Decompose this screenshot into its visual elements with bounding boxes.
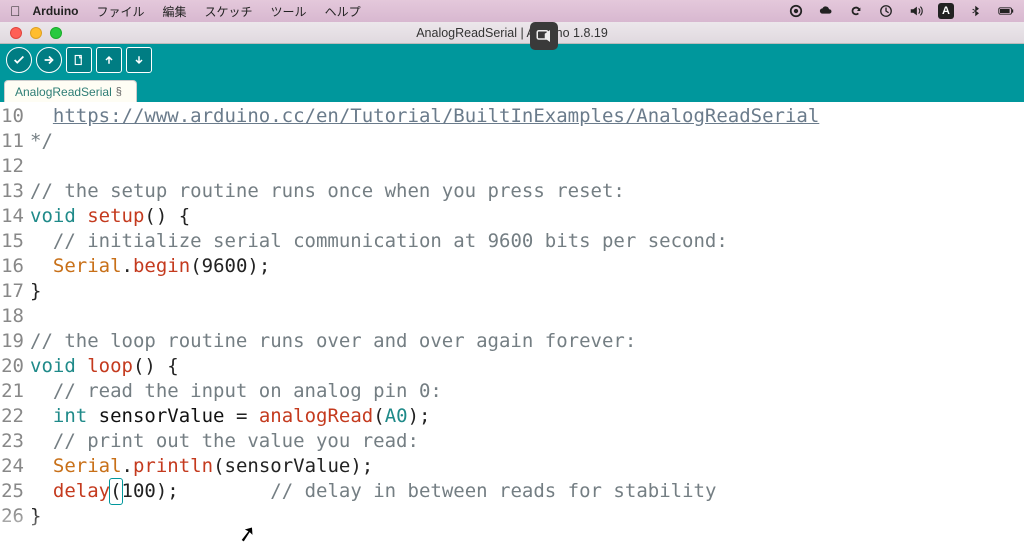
- line-number: 13: [0, 179, 28, 204]
- upload-button[interactable]: [36, 47, 62, 73]
- new-button[interactable]: [66, 47, 92, 73]
- line-number: 26: [0, 504, 28, 529]
- tab-label: AnalogReadSerial: [15, 85, 112, 99]
- code-line[interactable]: [30, 154, 819, 179]
- menu-help[interactable]: ヘルプ: [325, 3, 361, 20]
- zoom-button[interactable]: [50, 27, 62, 39]
- menu-app[interactable]: Arduino: [33, 4, 79, 18]
- line-number: 24: [0, 454, 28, 479]
- volume-icon[interactable]: [908, 3, 924, 19]
- code-line[interactable]: https://www.arduino.cc/en/Tutorial/Built…: [30, 104, 819, 129]
- save-button[interactable]: [126, 47, 152, 73]
- a-icon[interactable]: A: [938, 3, 954, 19]
- sync-icon[interactable]: [878, 3, 894, 19]
- line-number: 11: [0, 129, 28, 154]
- record-icon[interactable]: [788, 3, 804, 19]
- line-number: 22: [0, 404, 28, 429]
- menu-file[interactable]: ファイル: [97, 3, 145, 20]
- minimize-button[interactable]: [30, 27, 42, 39]
- line-number: 20: [0, 354, 28, 379]
- code-line[interactable]: void loop() {: [30, 354, 819, 379]
- menu-tools[interactable]: ツール: [271, 3, 307, 20]
- code-line[interactable]: // print out the value you read:: [30, 429, 819, 454]
- window-titlebar: AnalogReadSerial | Arduino 1.8.19: [0, 22, 1024, 44]
- line-number: 16: [0, 254, 28, 279]
- line-number: 23: [0, 429, 28, 454]
- code-line[interactable]: Serial.begin(9600);: [30, 254, 819, 279]
- code-line[interactable]: void setup() {: [30, 204, 819, 229]
- line-gutter: 1011121314151617181920212223242526: [0, 102, 28, 549]
- apple-logo-icon: : [10, 4, 21, 18]
- line-number: 25: [0, 479, 28, 504]
- open-button[interactable]: [96, 47, 122, 73]
- code-editor[interactable]: 1011121314151617181920212223242526 https…: [0, 102, 1024, 549]
- arduino-toolbar: [0, 44, 1024, 76]
- menu-edit[interactable]: 編集: [163, 3, 187, 20]
- line-number: 18: [0, 304, 28, 329]
- code-line[interactable]: int sensorValue = analogRead(A0);: [30, 404, 819, 429]
- code-line[interactable]: // the loop routine runs over and over a…: [30, 329, 819, 354]
- line-number: 21: [0, 379, 28, 404]
- line-number: 15: [0, 229, 28, 254]
- tab-sketch[interactable]: AnalogReadSerial §: [4, 80, 137, 102]
- line-number: 12: [0, 154, 28, 179]
- cloud-icon[interactable]: [818, 3, 834, 19]
- verify-button[interactable]: [6, 47, 32, 73]
- battery-icon[interactable]: [998, 3, 1014, 19]
- code-line[interactable]: }: [30, 279, 819, 304]
- tab-suffix: §: [116, 86, 122, 98]
- menu-sketch[interactable]: スケッチ: [205, 3, 253, 20]
- close-button[interactable]: [10, 27, 22, 39]
- code-line[interactable]: }: [30, 504, 819, 529]
- code-line[interactable]: delay(100); // delay in between reads fo…: [30, 479, 819, 504]
- code-line[interactable]: // read the input on analog pin 0:: [30, 379, 819, 404]
- code-content[interactable]: https://www.arduino.cc/en/Tutorial/Built…: [28, 102, 819, 549]
- traffic-lights: [10, 27, 62, 39]
- mac-menubar:  Arduino ファイル 編集 スケッチ ツール ヘルプ A: [0, 0, 1024, 22]
- line-number: 14: [0, 204, 28, 229]
- line-number: 19: [0, 329, 28, 354]
- code-line[interactable]: [30, 304, 819, 329]
- window-title: AnalogReadSerial | Arduino 1.8.19: [416, 26, 608, 40]
- code-line[interactable]: // initialize serial communication at 96…: [30, 229, 819, 254]
- line-number: 17: [0, 279, 28, 304]
- code-line[interactable]: */: [30, 129, 819, 154]
- bluetooth-icon[interactable]: [968, 3, 984, 19]
- code-line[interactable]: Serial.println(sensorValue);: [30, 454, 819, 479]
- line-number: 10: [0, 104, 28, 129]
- screen-mirror-icon[interactable]: [530, 22, 558, 50]
- menubar-right: A: [788, 0, 1014, 22]
- loop-icon[interactable]: [848, 3, 864, 19]
- tab-strip: AnalogReadSerial §: [0, 76, 1024, 102]
- code-line[interactable]: // the setup routine runs once when you …: [30, 179, 819, 204]
